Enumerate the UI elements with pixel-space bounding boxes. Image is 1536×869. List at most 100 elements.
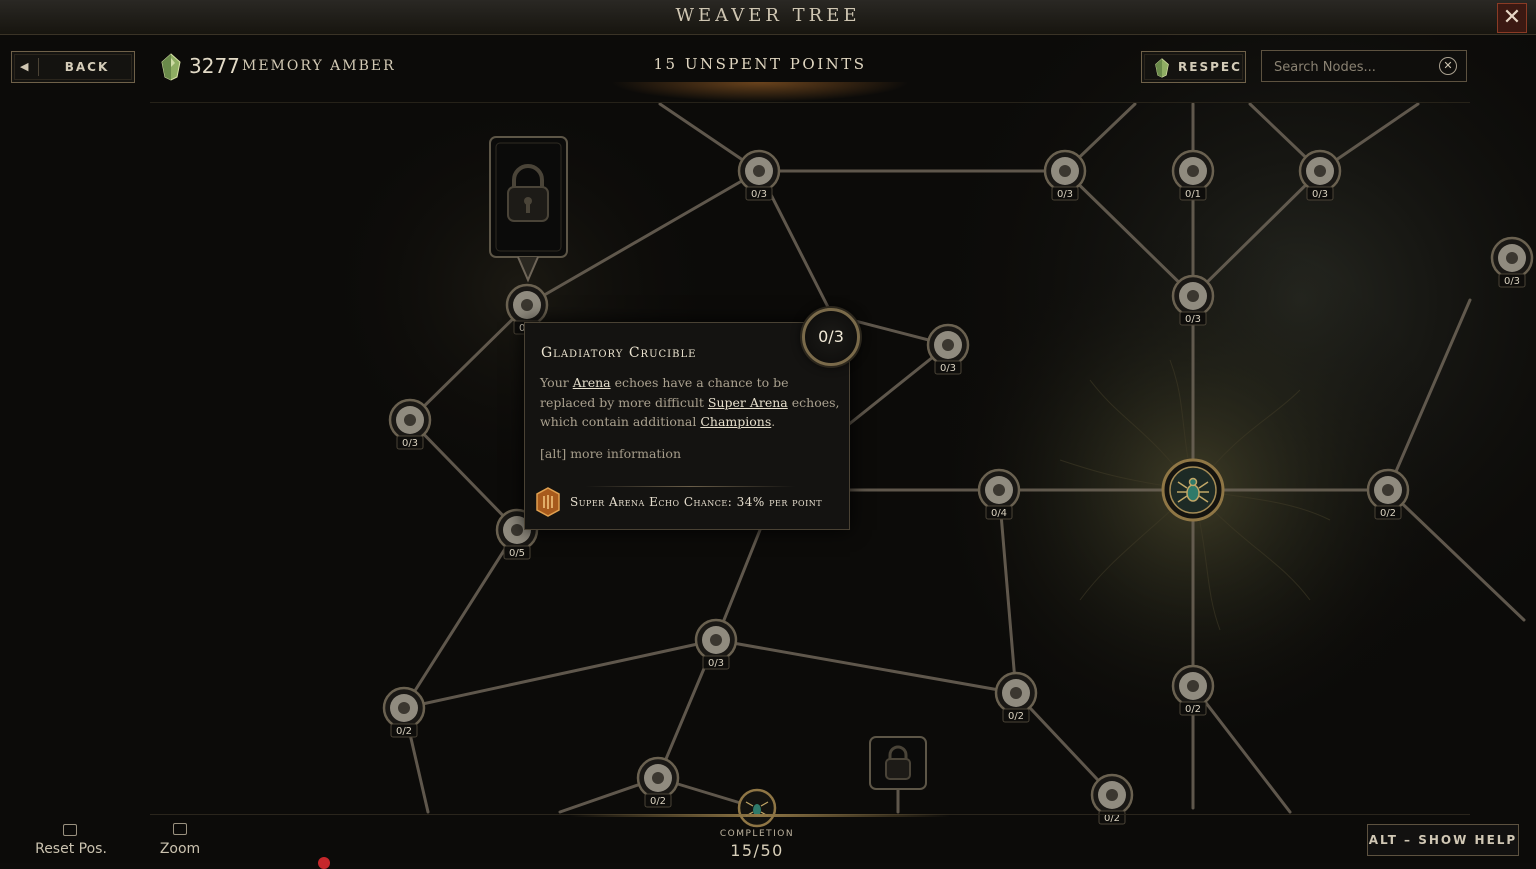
notification-dot (318, 857, 330, 869)
tooltip-desc-text: . (771, 414, 776, 429)
tree-edge (1386, 488, 1526, 622)
node-glyph (1187, 165, 1199, 177)
node-rank: 0/3 (1504, 276, 1520, 287)
search-input[interactable] (1272, 56, 1441, 78)
node-rank: 0/3 (708, 658, 724, 669)
tree-edge (402, 638, 718, 710)
back-arrow-icon: ◀ (20, 58, 39, 76)
skill-node[interactable]: 0/3 (926, 323, 970, 375)
title-bar: WEAVER TREE ✕ (0, 0, 1536, 35)
node-rank: 0/4 (991, 508, 1007, 519)
node-glyph (652, 772, 664, 784)
tooltip-rank-badge: 0/3 (802, 308, 860, 366)
node-rank: 0/2 (650, 796, 666, 807)
tooltip-desc-text: Your (540, 375, 573, 390)
completion-label: COMPLETION (719, 829, 795, 839)
tree-edge (1386, 298, 1472, 492)
skill-node[interactable]: 0/3 (1043, 149, 1087, 201)
back-label: BACK (64, 60, 110, 74)
node-rank: 0/3 (1057, 189, 1073, 200)
back-button[interactable]: ◀ BACK (11, 51, 135, 83)
tree-edge (1063, 169, 1195, 298)
window-title: WEAVER TREE (675, 5, 861, 26)
memory-amber-label: MEMORY AMBER (242, 58, 396, 74)
node-rank: 0/3 (402, 438, 418, 449)
skill-node[interactable]: 0/2 (1366, 468, 1410, 520)
skill-node[interactable]: 0/3 (1171, 274, 1215, 326)
node-glyph (1187, 290, 1199, 302)
skill-node[interactable]: 0/3 (694, 618, 738, 670)
respec-button[interactable]: RESPEC (1141, 51, 1246, 83)
tree-edge (408, 418, 519, 532)
node-glyph (1506, 252, 1518, 264)
skill-node[interactable]: 0/2 (382, 686, 426, 738)
tooltip-stat: Super Arena Echo Chance: 34% per point (570, 495, 823, 509)
show-help-button[interactable]: ALT – SHOW HELP (1367, 824, 1519, 856)
spider-core-node[interactable] (1161, 458, 1225, 522)
zoom-icon (173, 823, 187, 835)
completion-value: 15/50 (730, 841, 784, 860)
tree-edge (714, 638, 1018, 695)
node-rank: 0/2 (1380, 508, 1396, 519)
node-glyph (511, 524, 523, 536)
super-arena-link[interactable]: Super Arena (708, 395, 788, 410)
node-glyph (1059, 165, 1071, 177)
arena-stat-icon (536, 487, 560, 517)
reset-position-button[interactable]: Reset Pos. (24, 841, 118, 857)
skill-node[interactable]: 0/3 (1490, 236, 1534, 288)
amber-crystal-icon (161, 53, 181, 81)
tree-edge (997, 488, 1018, 695)
node-glyph (710, 634, 722, 646)
locked-gate-bottom[interactable] (869, 736, 927, 790)
tree-edge (408, 303, 529, 422)
unspent-points: 15 UNSPENT POINTS (653, 55, 867, 73)
tooltip-rank: 0/3 (818, 327, 844, 346)
node-glyph (521, 299, 533, 311)
skill-node[interactable]: 0/2 (636, 756, 680, 808)
node-glyph (1314, 165, 1326, 177)
node-glyph (1010, 687, 1022, 699)
node-rank: 0/5 (509, 548, 525, 559)
node-glyph (753, 165, 765, 177)
node-rank: 0/3 (751, 189, 767, 200)
skill-node[interactable]: 0/2 (994, 671, 1038, 723)
tooltip-description: Your Arena echoes have a chance to be re… (540, 373, 840, 432)
completion-spider-node (737, 788, 777, 828)
header-divider (150, 102, 1470, 103)
memory-amber-value: 3277 (189, 54, 240, 78)
amber-crystal-icon (1155, 58, 1169, 78)
champions-link[interactable]: Champions (700, 414, 771, 429)
zoom-button[interactable]: Zoom (150, 841, 210, 857)
tree-edge (402, 528, 519, 710)
locked-gate-top[interactable] (489, 136, 568, 283)
skill-node[interactable]: 0/2 (1090, 773, 1134, 825)
node-rank: 0/2 (1008, 711, 1024, 722)
skill-node[interactable]: 0/3 (1298, 149, 1342, 201)
node-rank: 0/1 (1185, 189, 1201, 200)
node-rank: 0/3 (1185, 314, 1201, 325)
node-rank: 0/2 (1185, 704, 1201, 715)
node-rank: 0/2 (396, 726, 412, 737)
node-glyph (993, 484, 1005, 496)
clear-search-icon[interactable]: ✕ (1439, 57, 1457, 75)
respec-label: RESPEC (1178, 60, 1242, 74)
reset-position-icon (63, 824, 77, 836)
skill-node[interactable]: 0/3 (388, 398, 432, 450)
tooltip-title: Gladiatory Crucible (541, 345, 697, 361)
tree-edge (1191, 169, 1322, 298)
node-glyph (404, 414, 416, 426)
skill-node[interactable]: 0/3 (737, 149, 781, 201)
node-glyph (1187, 680, 1199, 692)
node-glyph (1106, 789, 1118, 801)
node-rank: 0/3 (940, 363, 956, 374)
skill-node[interactable]: 0/1 (1171, 149, 1215, 201)
more-info-hint: [alt] more information (540, 446, 682, 461)
node-glyph (398, 702, 410, 714)
skill-node[interactable]: 0/2 (1171, 664, 1215, 716)
arena-link[interactable]: Arena (573, 375, 611, 390)
close-button[interactable]: ✕ (1497, 3, 1527, 33)
skill-node[interactable]: 0/4 (977, 468, 1021, 520)
search-box: ✕ (1261, 50, 1467, 82)
tree-edge (1191, 684, 1292, 814)
node-rank: 0/3 (1312, 189, 1328, 200)
